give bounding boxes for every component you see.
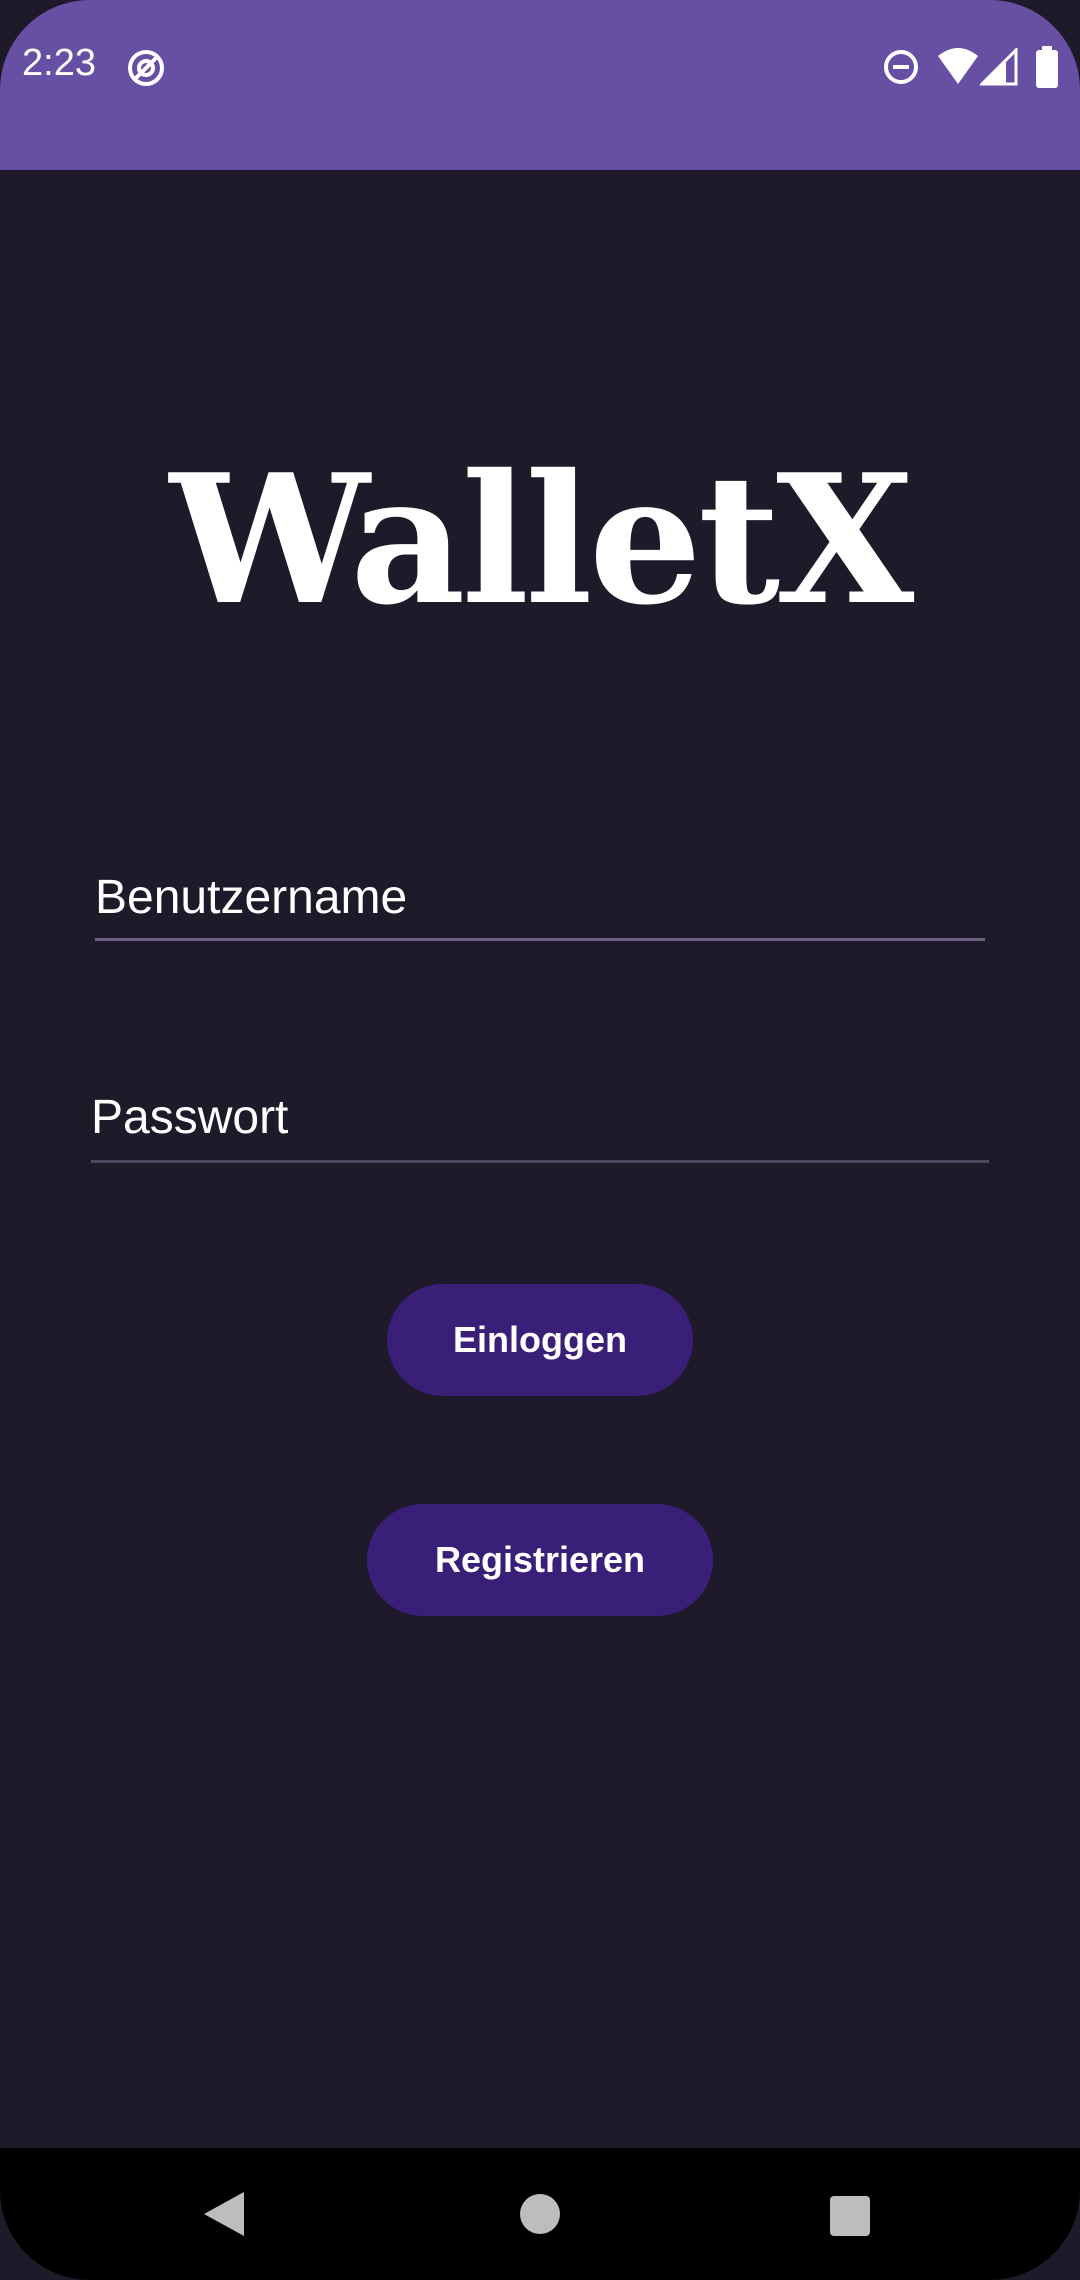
username-underline — [95, 938, 985, 941]
at-sign-icon — [126, 48, 166, 93]
wifi-icon — [936, 46, 980, 91]
password-underline — [91, 1160, 989, 1163]
login-button[interactable]: Einloggen — [387, 1284, 693, 1396]
app-screen: 2:23 WalletX Benutzername Einloggen Regi… — [0, 0, 1080, 2280]
app-logo: WalletX — [169, 435, 915, 644]
back-icon[interactable] — [200, 2190, 246, 2243]
navigation-bar — [0, 2148, 1080, 2280]
username-input[interactable] — [95, 866, 985, 928]
battery-icon — [1034, 46, 1060, 93]
recents-icon[interactable] — [828, 2194, 872, 2243]
home-icon[interactable] — [518, 2192, 562, 2241]
register-button[interactable]: Registrieren — [367, 1504, 713, 1616]
status-bar: 2:23 — [0, 0, 1080, 170]
signal-icon — [978, 46, 1018, 91]
password-input[interactable] — [91, 1086, 989, 1148]
status-time: 2:23 — [22, 42, 96, 84]
do-not-disturb-icon — [882, 48, 920, 91]
